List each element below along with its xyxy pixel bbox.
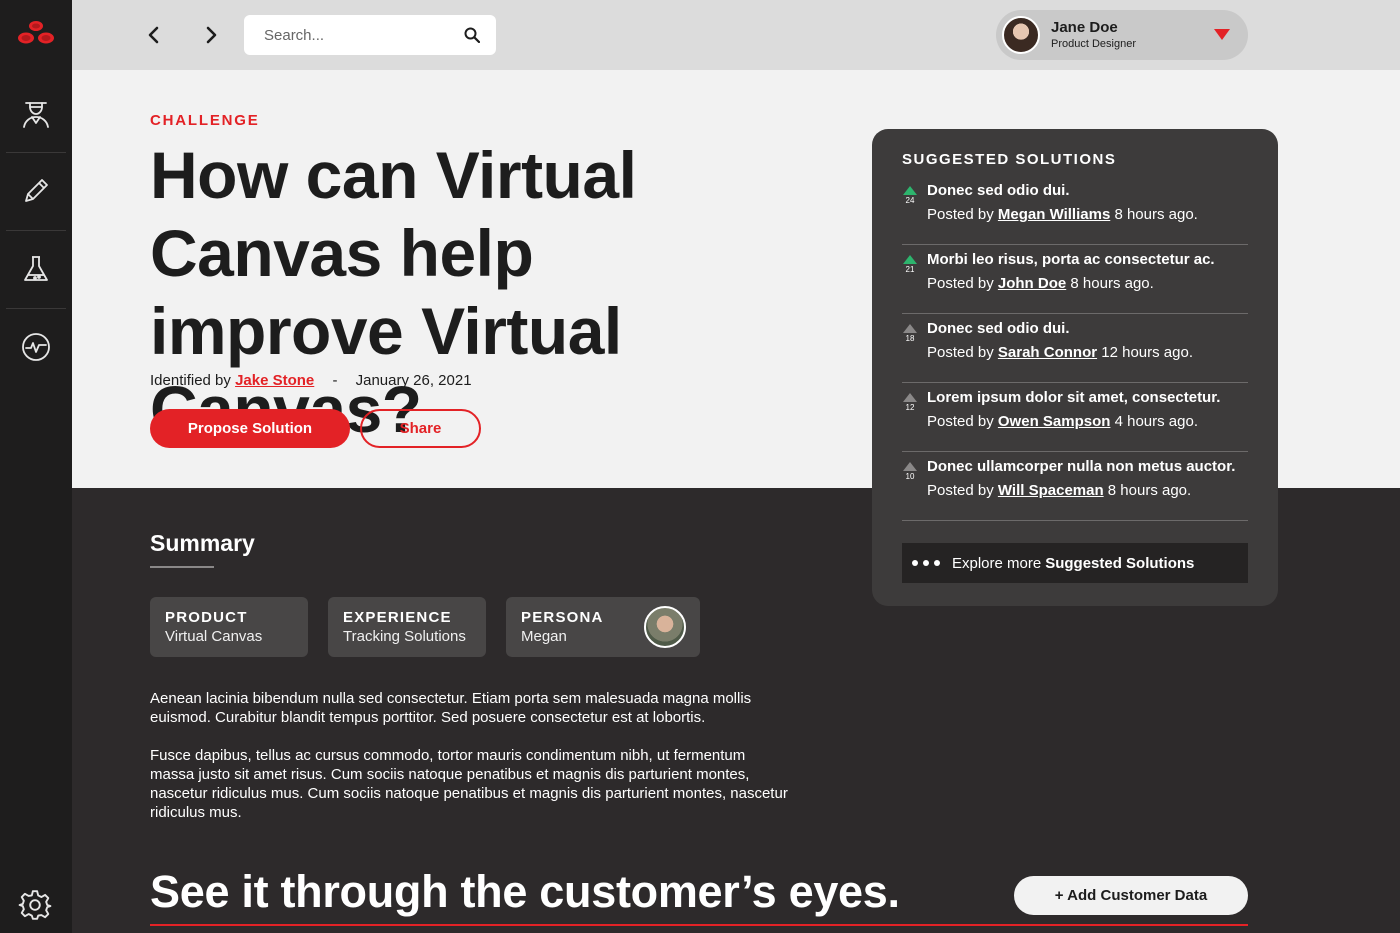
flask-icon [24,256,48,281]
upvote-icon [903,462,917,471]
upvote-button[interactable]: 24 [902,186,918,206]
share-button[interactable]: Share [360,409,481,448]
upvote-icon [903,324,917,333]
summary-underline [150,566,214,568]
persona-icon [23,102,49,128]
vote-count: 10 [905,472,915,481]
identified-label: Identified by [150,372,231,389]
chip-key: PRODUCT [165,609,248,626]
summary-heading: Summary [150,530,255,556]
propose-solution-button[interactable]: Propose Solution [150,409,350,448]
posted-by-label: Posted by [927,206,994,223]
solution-meta: Posted by Will Spaceman 8 hours ago. [927,481,1248,501]
gear-icon[interactable] [18,888,52,922]
author-link[interactable]: Owen Sampson [998,413,1111,430]
persona-chip[interactable]: PERSONA Megan [506,597,700,657]
posted-by-label: Posted by [927,275,994,292]
card-title: SUGGESTED SOLUTIONS [902,151,1117,168]
persona-avatar [644,606,686,648]
vote-count: 12 [905,403,915,412]
section-divider [150,924,1248,926]
sidebar-item-edit[interactable] [6,153,66,229]
caret-down-icon[interactable] [1214,29,1230,40]
solution-meta: Posted by Owen Sampson 4 hours ago. [927,412,1248,432]
chevron-left-icon [148,26,159,44]
summary-paragraph: Aenean lacinia bibendum nulla sed consec… [150,690,752,726]
vote-count: 21 [905,265,915,274]
posted-time: 8 hours ago. [1114,206,1198,223]
search-icon [464,27,480,43]
summary-paragraph: Fusce dapibus, tellus ac cursus commodo,… [150,747,788,821]
add-customer-data-button[interactable]: + Add Customer Data [1014,876,1248,915]
experience-chip: EXPERIENCE Tracking Solutions [328,597,486,657]
author-link[interactable]: John Doe [998,275,1066,292]
solution-meta: Posted by John Doe 8 hours ago. [927,274,1248,294]
posted-time: 8 hours ago. [1107,482,1192,499]
search-input[interactable] [264,26,463,44]
solution-title[interactable]: Donec ullamcorper nulla non metus auctor… [927,452,1248,477]
challenge-meta: Identified by Jake Stone - January 26, 2… [150,372,472,389]
upvote-button[interactable]: 12 [902,393,918,413]
sidebar-item-lab[interactable] [6,231,66,307]
solution-item[interactable]: 21 Morbi leo risus, porta ac consectetur … [902,245,1248,314]
explore-prefix: Explore more [952,554,1042,572]
challenge-kicker: CHALLENGE [150,112,260,129]
chip-value: Tracking Solutions [343,628,466,645]
customer-heading: See it through the customer’s eyes. [150,866,900,917]
upvote-button[interactable]: 10 [902,462,918,482]
search-bar [244,15,496,55]
solution-title[interactable]: Lorem ipsum dolor sit amet, consectetur. [927,383,1248,408]
solution-meta: Posted by Sarah Connor 12 hours ago. [927,343,1248,363]
upvote-button[interactable]: 18 [902,324,918,344]
upvote-button[interactable]: 21 [902,255,918,275]
posted-by-label: Posted by [927,482,994,499]
posted-time: 12 hours ago. [1101,344,1193,361]
solution-item[interactable]: 12 Lorem ipsum dolor sit amet, consectetu… [902,383,1248,452]
posted-time: 4 hours ago. [1114,413,1198,430]
challenge-date: January 26, 2021 [355,372,472,389]
upvote-icon [903,255,917,264]
sidebar-item-activity[interactable] [6,309,66,385]
suggested-solutions-card: SUGGESTED SOLUTIONS 24 Donec sed odio dui… [872,129,1278,606]
user-name: Jane Doe [1051,19,1118,36]
vote-count: 18 [905,334,915,343]
chevron-right-icon [206,26,217,44]
user-role: Product Designer [1051,38,1136,50]
explore-more-link[interactable]: Explore more Suggested Solutions [902,543,1248,583]
solution-meta: Posted by Megan Williams 8 hours ago. [927,205,1248,225]
back-button[interactable] [141,22,167,48]
solution-item[interactable]: 10 Donec ullamcorper nulla non metus auct… [902,452,1248,521]
pencil-icon [25,179,48,202]
posted-time: 8 hours ago. [1070,275,1154,292]
author-link[interactable]: Will Spaceman [998,482,1104,499]
product-chip: PRODUCT Virtual Canvas [150,597,308,657]
identified-by-link[interactable]: Jake Stone [235,372,314,389]
solution-title[interactable]: Donec sed odio dui. [927,176,1248,201]
avatar [1002,16,1040,54]
author-link[interactable]: Megan Williams [998,206,1110,223]
brand-logo-icon[interactable] [14,18,58,50]
chip-key: EXPERIENCE [343,609,452,626]
pulse-icon [22,333,50,361]
solution-title[interactable]: Donec sed odio dui. [927,314,1248,339]
user-menu[interactable]: Jane Doe Product Designer [996,10,1248,60]
chip-value: Virtual Canvas [165,628,263,645]
search-button[interactable] [463,25,480,45]
sidebar [0,0,72,933]
vote-count: 24 [905,196,915,205]
explore-bold: Suggested Solutions [1045,554,1195,572]
solution-item[interactable]: 18 Donec sed odio dui. Posted by Sarah Con… [902,314,1248,383]
sidebar-item-persona[interactable] [6,76,66,152]
solution-item[interactable]: 24 Donec sed odio dui. Posted by Megan Wil… [902,176,1248,245]
upvote-icon [903,393,917,402]
forward-button[interactable] [198,22,224,48]
posted-by-label: Posted by [927,344,994,361]
page-title: How can Virtual Canvas help improve Virt… [150,138,637,446]
solution-title[interactable]: Morbi leo risus, porta ac consectetur ac… [927,245,1248,270]
author-link[interactable]: Sarah Connor [998,344,1097,361]
upvote-icon [903,186,917,195]
posted-by-label: Posted by [927,413,994,430]
more-dots-icon [912,560,940,566]
meta-separator: - [332,372,338,389]
